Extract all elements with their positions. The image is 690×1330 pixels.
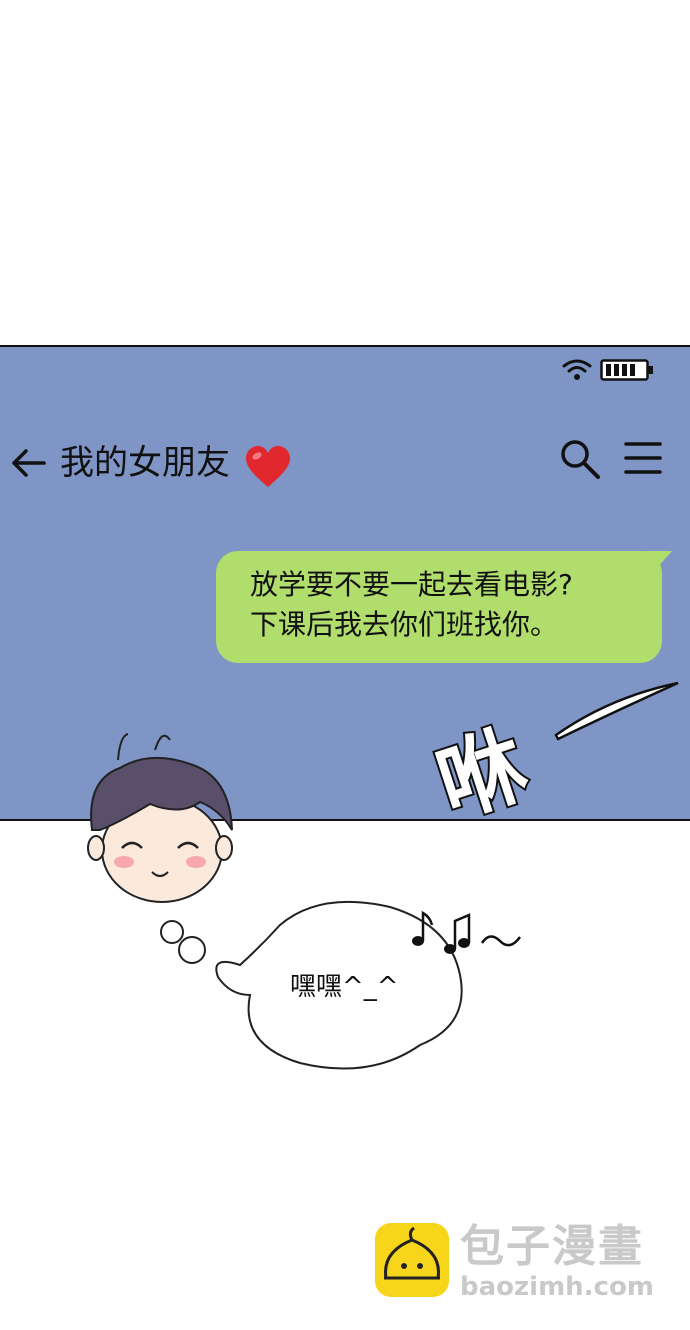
boy-character bbox=[87, 733, 233, 903]
sfx-text: 咻 bbox=[430, 715, 538, 817]
chat-title: 我的女朋友 bbox=[60, 443, 230, 483]
message-text-line-1: 放学要不要一起去看电影? bbox=[250, 568, 573, 601]
search-icon[interactable] bbox=[558, 437, 602, 481]
wifi-icon bbox=[562, 359, 592, 380]
message-bubble: 放学要不要一起去看电影? 下课后我去你们班找你。 bbox=[216, 551, 672, 663]
swoosh-sound-effect: 咻 bbox=[430, 681, 679, 817]
message-text-line-2: 下课后我去你们班找你。 bbox=[250, 608, 559, 641]
heart-icon bbox=[246, 446, 290, 487]
watermark: 包子漫畫 baozimh.com bbox=[374, 1222, 674, 1306]
watermark-name: 包子漫畫 bbox=[460, 1221, 644, 1272]
status-bar bbox=[562, 357, 662, 381]
back-arrow-icon[interactable] bbox=[8, 445, 50, 481]
thought-text: 嘿嘿^_^ bbox=[290, 972, 399, 1002]
baozi-logo-icon bbox=[375, 1223, 449, 1297]
bubble-tail bbox=[642, 551, 672, 569]
chat-header: 我的女朋友 bbox=[0, 437, 690, 497]
menu-icon[interactable] bbox=[622, 439, 664, 477]
music-notes-icon bbox=[412, 910, 522, 954]
watermark-url: baozimh.com bbox=[460, 1272, 654, 1302]
battery-icon bbox=[600, 359, 653, 381]
